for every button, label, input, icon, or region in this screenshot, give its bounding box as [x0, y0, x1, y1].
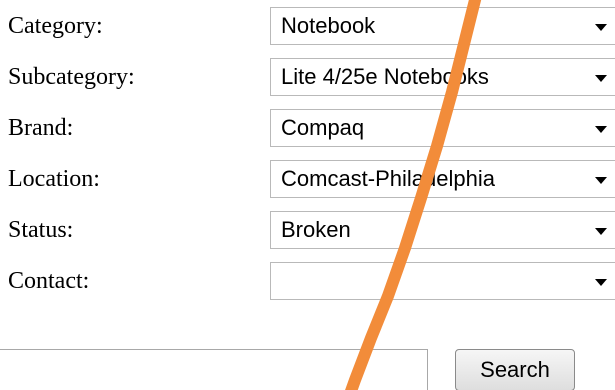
category-select-value: Notebook	[281, 13, 376, 38]
status-select[interactable]: Broken	[270, 211, 615, 249]
location-select-value: Comcast-Philadelphia	[281, 166, 495, 191]
brand-select-value: Compaq	[281, 115, 365, 140]
category-label: Category:	[8, 13, 103, 39]
status-select-value: Broken	[281, 217, 351, 242]
status-row: Status: Broken	[0, 207, 615, 253]
chevron-down-icon	[595, 126, 607, 133]
category-row: Category: Notebook	[0, 3, 615, 49]
brand-row: Brand: Compaq	[0, 105, 615, 151]
subcategory-select[interactable]: Lite 4/25e Notebooks	[270, 58, 615, 96]
location-select[interactable]: Comcast-Philadelphia	[270, 160, 615, 198]
brand-select[interactable]: Compaq	[270, 109, 615, 147]
search-form-page: Category: Notebook Subcategory: Lite 4/2…	[0, 0, 615, 390]
subcategory-row: Subcategory: Lite 4/25e Notebooks	[0, 54, 615, 100]
brand-label: Brand:	[8, 115, 74, 141]
chevron-down-icon	[595, 228, 607, 235]
category-select[interactable]: Notebook	[270, 7, 615, 45]
chevron-down-icon	[595, 177, 607, 184]
subcategory-select-value: Lite 4/25e Notebooks	[281, 64, 489, 89]
chevron-down-icon	[595, 75, 607, 82]
status-label: Status:	[8, 217, 74, 243]
search-input[interactable]	[0, 349, 428, 390]
location-row: Location: Comcast-Philadelphia	[0, 156, 615, 202]
contact-row: Contact:	[0, 258, 615, 304]
chevron-down-icon	[595, 279, 607, 286]
contact-select[interactable]	[270, 262, 615, 300]
chevron-down-icon	[595, 24, 607, 31]
search-button[interactable]: Search	[455, 349, 575, 390]
subcategory-label: Subcategory:	[8, 64, 135, 90]
location-label: Location:	[8, 166, 100, 192]
contact-label: Contact:	[8, 268, 90, 294]
